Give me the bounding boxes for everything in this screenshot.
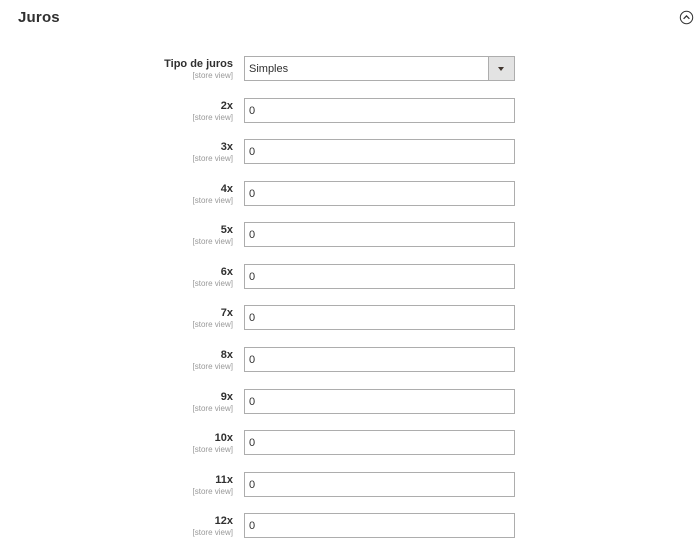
- field-label: 7x [store view]: [193, 307, 233, 330]
- select-value: Simples: [249, 63, 289, 75]
- scope-label: [store view]: [192, 154, 233, 163]
- field-label-text: 11x: [215, 474, 233, 486]
- scope-label: [store view]: [192, 362, 233, 371]
- field-row-installment: 3x [store view]: [0, 139, 698, 169]
- scope-label: [store view]: [192, 196, 233, 205]
- field-label-text: 3x: [220, 141, 233, 153]
- installment-2x-input[interactable]: [244, 98, 515, 123]
- field-row-installment: 7x [store view]: [0, 305, 698, 335]
- field-label: 11x [store view]: [193, 474, 233, 497]
- installment-9x-input[interactable]: [244, 389, 515, 414]
- field-label: 9x [store view]: [193, 391, 233, 414]
- field-label-text: 12x: [214, 515, 233, 527]
- field-row-installment: 8x [store view]: [0, 347, 698, 377]
- scope-label: [store view]: [192, 528, 233, 537]
- field-row-installment: 2x [store view]: [0, 98, 698, 128]
- scope-label: [store view]: [192, 487, 233, 496]
- field-label-text: 2x: [220, 100, 233, 112]
- select-dropdown-button[interactable]: [488, 57, 514, 80]
- section-title[interactable]: Juros: [18, 9, 60, 26]
- installment-4x-input[interactable]: [244, 181, 515, 206]
- installment-6x-input[interactable]: [244, 264, 515, 289]
- field-label: 6x [store view]: [193, 266, 233, 289]
- installment-10x-input[interactable]: [244, 430, 515, 455]
- field-label: 8x [store view]: [193, 349, 233, 372]
- installment-11x-input[interactable]: [244, 472, 515, 497]
- scope-label: [store view]: [192, 237, 233, 246]
- collapse-up-circle-icon[interactable]: [679, 10, 694, 25]
- field-row-installment: 6x [store view]: [0, 264, 698, 294]
- field-row-installment: 9x [store view]: [0, 389, 698, 419]
- installment-5x-input[interactable]: [244, 222, 515, 247]
- scope-label: [store view]: [192, 113, 233, 122]
- field-row-installment: 11x [store view]: [0, 472, 698, 502]
- field-label: Tipo de juros [store view]: [164, 58, 233, 81]
- field-row-tipo-de-juros: Tipo de juros [store view] Simples: [0, 56, 698, 86]
- field-label: 2x [store view]: [193, 100, 233, 123]
- field-label-text: 8x: [220, 349, 233, 361]
- scope-label: [store view]: [192, 320, 233, 329]
- field-row-installment: 12x [store view]: [0, 513, 698, 543]
- chevron-down-icon: [498, 67, 504, 71]
- installment-3x-input[interactable]: [244, 139, 515, 164]
- installment-7x-input[interactable]: [244, 305, 515, 330]
- field-label: 10x [store view]: [193, 432, 233, 455]
- field-row-installment: 4x [store view]: [0, 181, 698, 211]
- scope-label: [store view]: [192, 71, 233, 80]
- installment-8x-input[interactable]: [244, 347, 515, 372]
- field-label-text: Tipo de juros: [164, 58, 233, 70]
- field-label-text: 7x: [220, 307, 233, 319]
- field-label-text: 10x: [214, 432, 233, 444]
- scope-label: [store view]: [192, 445, 233, 454]
- installment-12x-input[interactable]: [244, 513, 515, 538]
- field-label-text: 6x: [220, 266, 233, 278]
- field-label: 4x [store view]: [193, 183, 233, 206]
- field-row-installment: 5x [store view]: [0, 222, 698, 252]
- field-label-text: 5x: [220, 224, 233, 236]
- field-label: 3x [store view]: [193, 141, 233, 164]
- field-row-installment: 10x [store view]: [0, 430, 698, 460]
- field-label-text: 9x: [220, 391, 233, 403]
- section-header[interactable]: Juros: [0, 0, 698, 36]
- field-label: 12x [store view]: [193, 515, 233, 538]
- tipo-de-juros-select[interactable]: Simples: [244, 56, 515, 81]
- field-label: 5x [store view]: [193, 224, 233, 247]
- scope-label: [store view]: [192, 404, 233, 413]
- scope-label: [store view]: [192, 279, 233, 288]
- field-label-text: 4x: [220, 183, 233, 195]
